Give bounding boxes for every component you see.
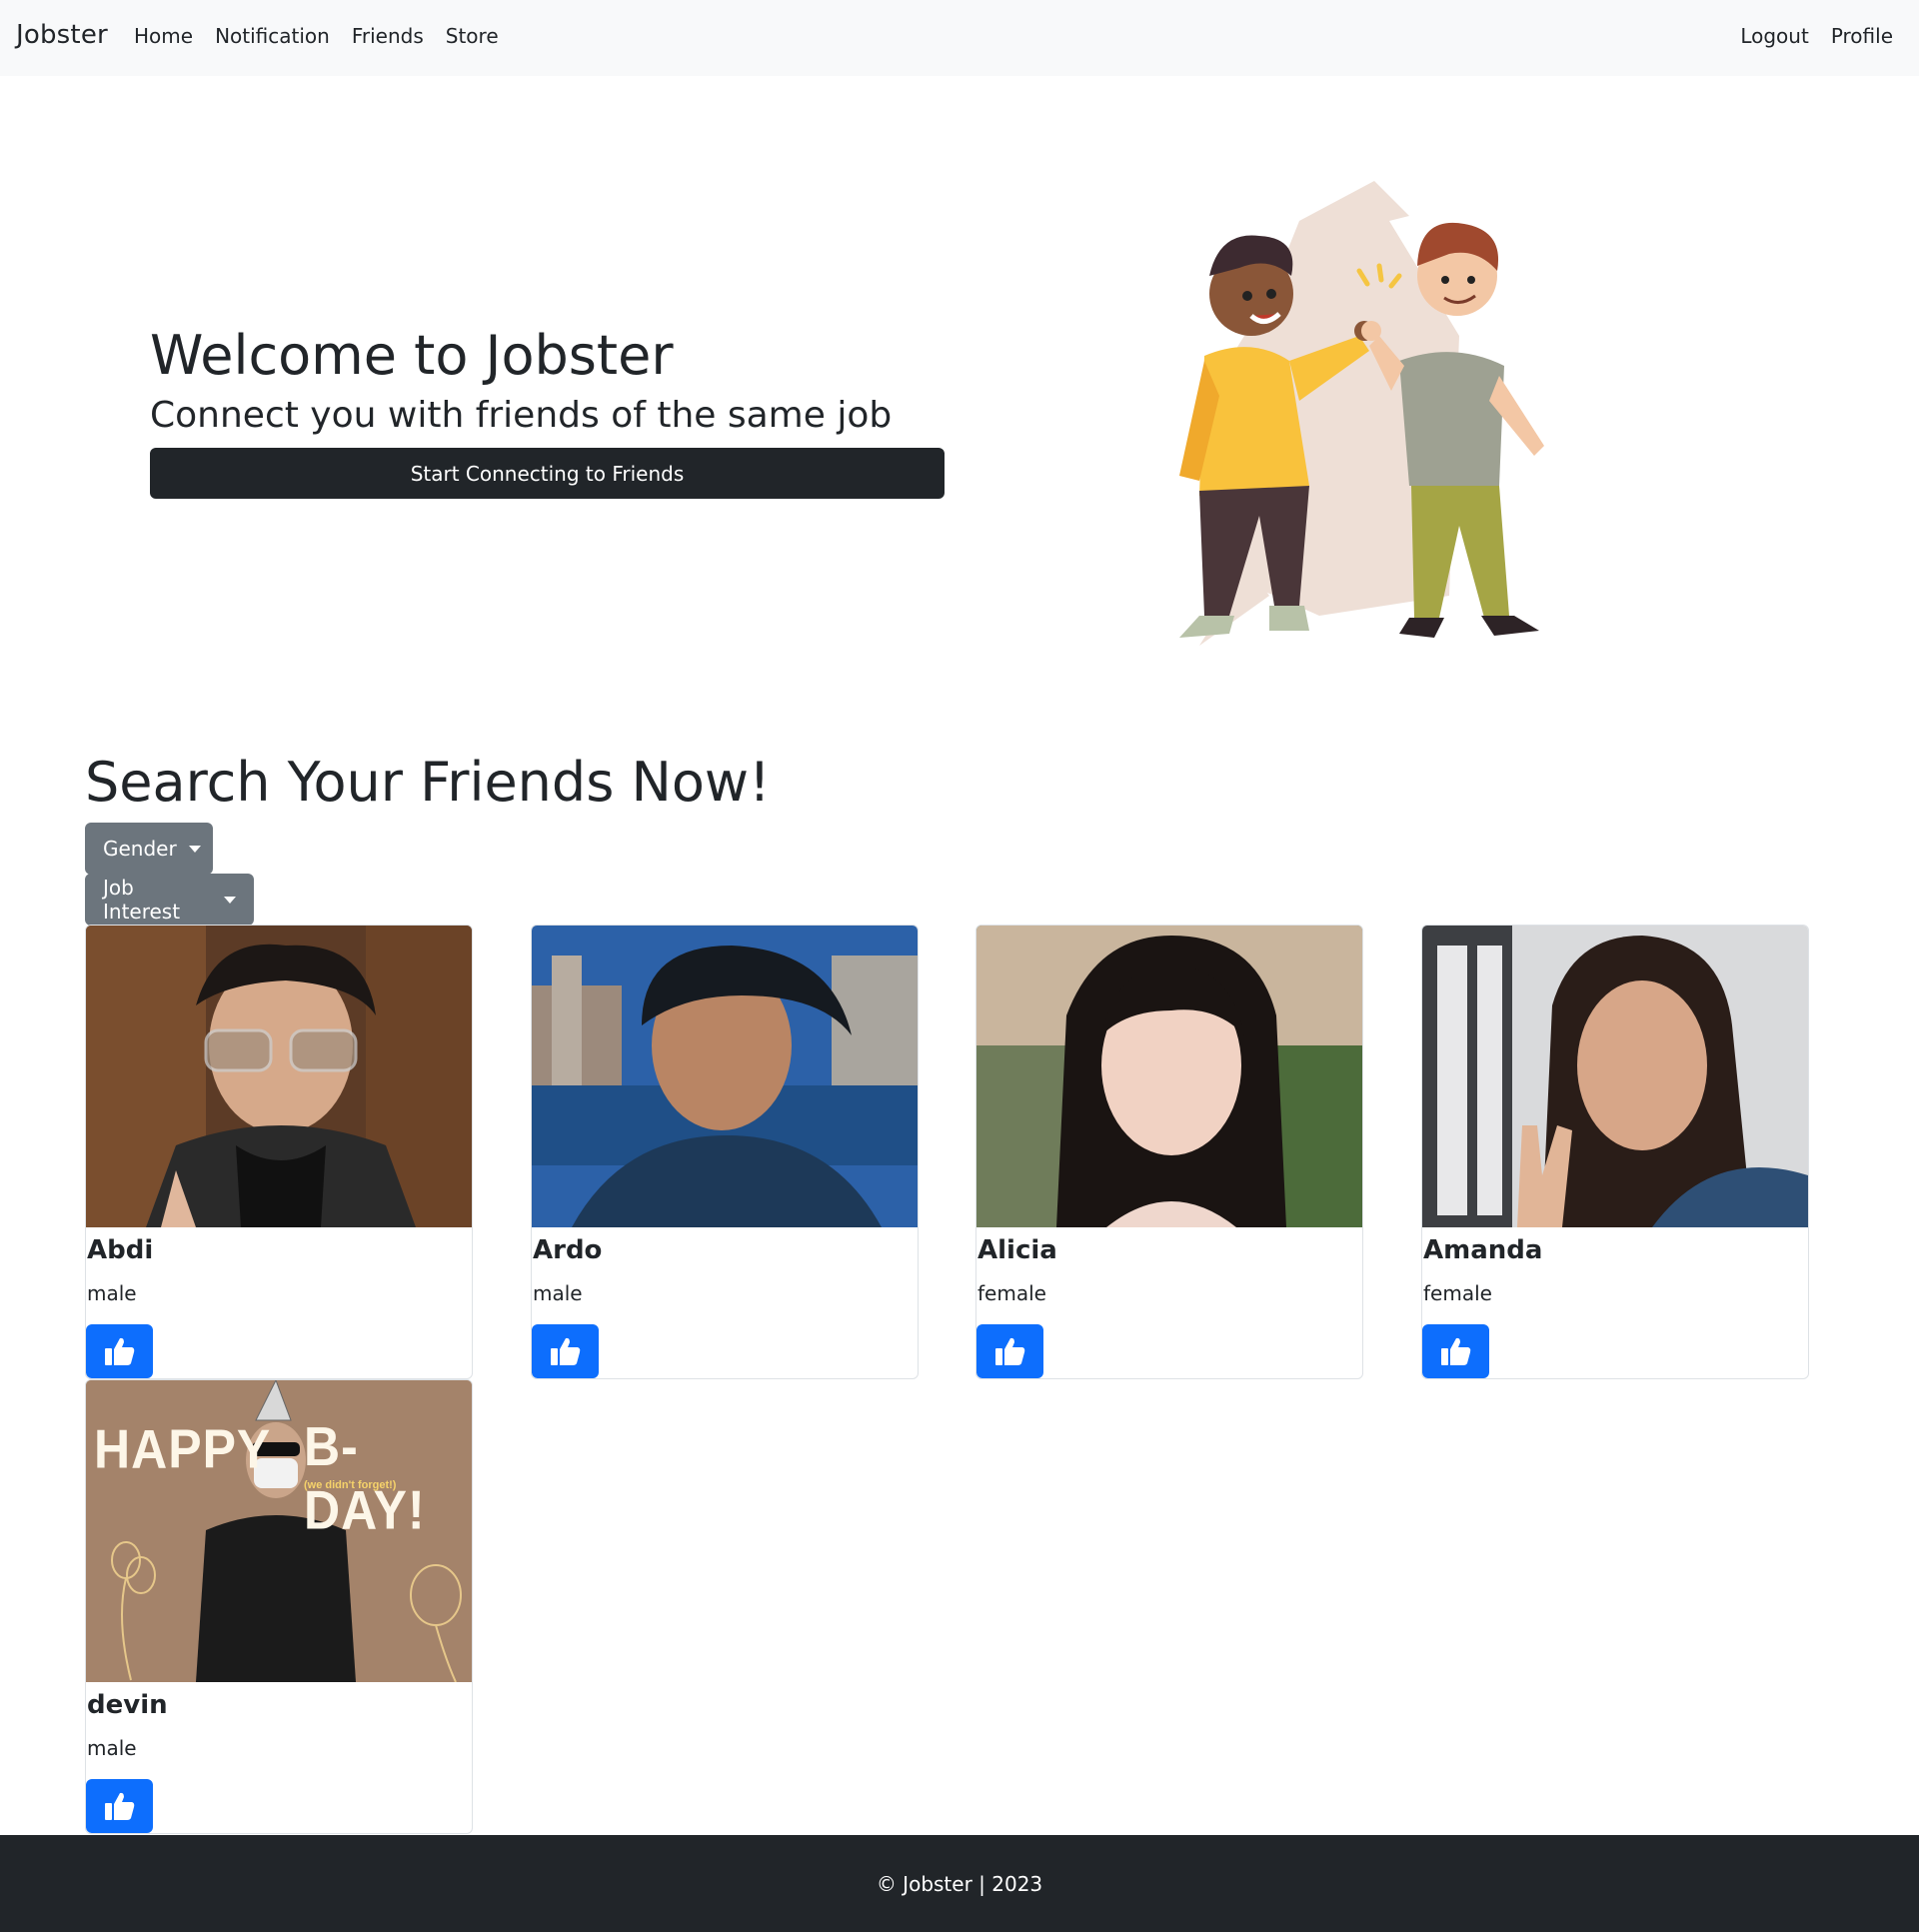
job-interest-dropdown-label: Job Interest bbox=[103, 876, 181, 924]
caret-down-icon bbox=[224, 896, 236, 904]
thumbs-up-icon bbox=[550, 1337, 580, 1365]
nav-left-links: Home Notification Friends Store bbox=[134, 24, 499, 48]
friend-card: Amanda female bbox=[1421, 925, 1809, 1379]
nav-friends[interactable]: Friends bbox=[352, 24, 424, 48]
nav-logout[interactable]: Logout bbox=[1740, 24, 1808, 48]
gender-dropdown[interactable]: Gender bbox=[85, 823, 213, 875]
top-navbar: Jobster Home Notification Friends Store … bbox=[0, 0, 1919, 76]
bday-bday-text: B-DAY! bbox=[304, 1415, 426, 1541]
gender-dropdown-label: Gender bbox=[103, 837, 177, 861]
footer: © Jobster | 2023 bbox=[0, 1835, 1919, 1932]
nav-notification[interactable]: Notification bbox=[215, 24, 330, 48]
photo-woman-bangs bbox=[976, 926, 1362, 1227]
hero-subtitle: Connect you with friends of the same job bbox=[150, 395, 893, 436]
like-button[interactable] bbox=[976, 1324, 1043, 1378]
friend-card: Alicia female bbox=[975, 925, 1363, 1379]
like-button[interactable] bbox=[532, 1324, 599, 1378]
bday-small-text: (we didn't forget!) bbox=[304, 1479, 397, 1491]
like-button[interactable] bbox=[86, 1779, 153, 1833]
like-button[interactable] bbox=[86, 1324, 153, 1378]
photo-man-glasses bbox=[86, 926, 472, 1227]
high-five-illustration bbox=[1159, 176, 1579, 646]
nav-home[interactable]: Home bbox=[134, 24, 193, 48]
friend-name: Alicia bbox=[977, 1235, 1057, 1265]
nav-store[interactable]: Store bbox=[446, 24, 499, 48]
thumbs-up-icon bbox=[1440, 1337, 1470, 1365]
thumbs-up-icon bbox=[104, 1337, 134, 1365]
friend-card: Ardo male bbox=[531, 925, 919, 1379]
photo-man-city bbox=[532, 926, 918, 1227]
friend-card: HAPPY B-DAY! (we didn't forget!) devin m… bbox=[85, 1379, 473, 1834]
friend-gender: male bbox=[533, 1281, 583, 1305]
friend-card: Abdi male bbox=[85, 925, 473, 1379]
start-connecting-button[interactable]: Start Connecting to Friends bbox=[150, 448, 945, 499]
search-title: Search Your Friends Now! bbox=[85, 751, 771, 814]
friend-name: Amanda bbox=[1423, 1235, 1543, 1265]
friend-gender: male bbox=[87, 1736, 137, 1760]
friend-name: devin bbox=[87, 1690, 168, 1720]
like-button[interactable] bbox=[1422, 1324, 1489, 1378]
friend-gender: male bbox=[87, 1281, 137, 1305]
job-interest-dropdown[interactable]: Job Interest bbox=[85, 874, 254, 926]
hero-section: Welcome to Jobster Connect you with frie… bbox=[150, 320, 945, 499]
friend-gender: female bbox=[1423, 1281, 1492, 1305]
friend-gender: female bbox=[977, 1281, 1046, 1305]
footer-copyright: © Jobster | 2023 bbox=[876, 1871, 1043, 1896]
friend-name: Ardo bbox=[533, 1235, 603, 1265]
brand-logo[interactable]: Jobster bbox=[16, 20, 108, 50]
thumbs-up-icon bbox=[994, 1337, 1024, 1365]
thumbs-up-icon bbox=[104, 1792, 134, 1820]
nav-profile[interactable]: Profile bbox=[1831, 24, 1893, 48]
bday-happy-text: HAPPY bbox=[94, 1418, 272, 1480]
photo-birthday-card: HAPPY B-DAY! (we didn't forget!) bbox=[86, 1380, 472, 1682]
caret-down-icon bbox=[188, 845, 201, 853]
nav-right-links: Logout Profile bbox=[1740, 24, 1893, 48]
hero-title: Welcome to Jobster bbox=[150, 324, 674, 387]
friend-name: Abdi bbox=[87, 1235, 154, 1265]
photo-woman-peace bbox=[1422, 926, 1808, 1227]
